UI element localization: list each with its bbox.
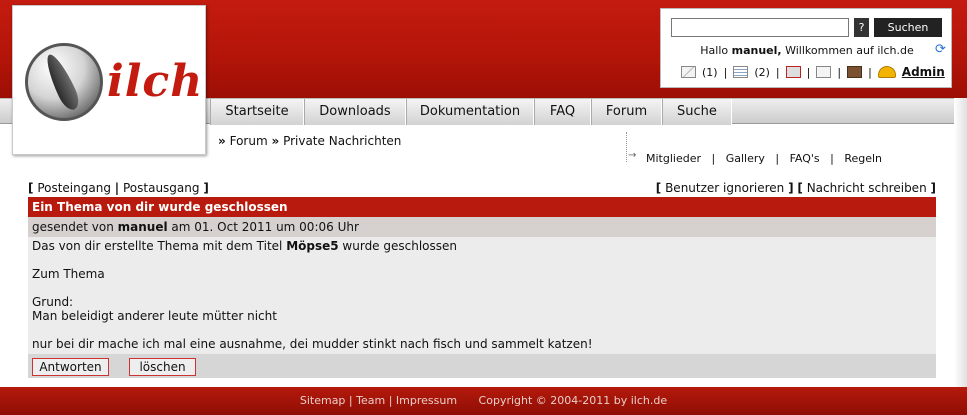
sender-name: manuel bbox=[117, 220, 168, 234]
reason-line: Man beleidigt anderer leute mütter nicht bbox=[32, 309, 277, 323]
footer: Sitemap | Team | Impressum Copyright © 2… bbox=[0, 387, 967, 415]
profile-card-icon[interactable] bbox=[816, 66, 832, 78]
list-count[interactable]: (2) bbox=[754, 66, 770, 79]
sublink-faqs[interactable]: FAQ's bbox=[790, 152, 820, 165]
button-bar: Antworten löschen bbox=[28, 354, 936, 378]
write-message-link[interactable]: Nachricht schreiben bbox=[807, 181, 927, 195]
arrow-icon: → bbox=[628, 150, 637, 161]
sub-navigation: → Mitglieder | Gallery | FAQ's | Regeln bbox=[626, 132, 956, 170]
nav-item-faq[interactable]: FAQ bbox=[534, 99, 591, 125]
settings-icon[interactable] bbox=[785, 66, 801, 78]
greeting-prefix: Hallo bbox=[700, 44, 732, 57]
message-line: Das von dir erstellte Thema mit dem Tite… bbox=[32, 239, 932, 253]
list-icon[interactable] bbox=[733, 66, 749, 78]
logo-text: ilch bbox=[107, 56, 204, 107]
help-button[interactable]: ? bbox=[854, 18, 869, 37]
breadcrumb-separator: » bbox=[271, 134, 280, 148]
footer-copyright: Copyright © 2004-2011 by ilch.de bbox=[478, 394, 668, 407]
greeting-suffix: Willkommen auf ilch.de bbox=[781, 44, 914, 57]
admin-helmet-icon[interactable] bbox=[877, 66, 896, 78]
nav-item-startseite[interactable]: Startseite bbox=[210, 99, 304, 125]
topic-link-wrap: Zum Thema bbox=[32, 267, 932, 281]
line-text: wurde geschlossen bbox=[338, 239, 458, 253]
message-title: Ein Thema von dir wurde geschlossen bbox=[28, 197, 936, 217]
divider: | bbox=[806, 65, 811, 79]
footer-impressum[interactable]: Impressum bbox=[396, 394, 457, 407]
reply-button[interactable]: Antworten bbox=[32, 358, 109, 376]
inbox-link[interactable]: Posteingang bbox=[37, 181, 111, 195]
book-icon[interactable] bbox=[847, 66, 863, 78]
search-input[interactable] bbox=[671, 18, 849, 37]
ignore-user-link[interactable]: Benutzer ignorieren bbox=[665, 181, 784, 195]
divider: | bbox=[775, 65, 780, 79]
footer-sitemap[interactable]: Sitemap bbox=[300, 394, 346, 407]
user-icons-row: (1) | (2) | | | | Admin bbox=[681, 65, 945, 79]
topic-title: Möpse5 bbox=[286, 239, 339, 253]
breadcrumb-private-messages[interactable]: Private Nachrichten bbox=[283, 134, 401, 148]
breadcrumb: » Forum » Private Nachrichten bbox=[218, 134, 401, 148]
message-meta: gesendet von manuel am 01. Oct 2011 um 0… bbox=[28, 217, 936, 237]
sub-links: Mitglieder | Gallery | FAQ's | Regeln bbox=[646, 152, 883, 165]
nav-item-suche[interactable]: Suche bbox=[662, 99, 732, 125]
outbox-link[interactable]: Postausgang bbox=[123, 181, 200, 195]
nav-item-forum[interactable]: Forum bbox=[591, 99, 662, 125]
sublink-mitglieder[interactable]: Mitglieder bbox=[646, 152, 701, 165]
line-text: Das von dir erstellte Thema mit dem Tite… bbox=[32, 239, 287, 253]
message-content: [ Posteingang | Postausgang ] [ Benutzer… bbox=[28, 181, 936, 378]
divider: | bbox=[837, 65, 842, 79]
search-button[interactable]: Suchen bbox=[874, 18, 942, 37]
messages-count[interactable]: (1) bbox=[702, 66, 718, 79]
divider: | bbox=[868, 65, 872, 79]
message-actions: [ Posteingang | Postausgang ] [ Benutzer… bbox=[28, 181, 936, 197]
breadcrumb-separator: » bbox=[218, 134, 226, 148]
mail-icon[interactable] bbox=[681, 66, 696, 78]
breadcrumb-forum[interactable]: Forum bbox=[230, 134, 268, 148]
delete-button[interactable]: löschen bbox=[129, 358, 196, 376]
nav-item-downloads[interactable]: Downloads bbox=[304, 99, 406, 125]
refresh-icon[interactable]: ⟳ bbox=[935, 42, 946, 57]
footer-team[interactable]: Team bbox=[356, 394, 385, 407]
reason-line: nur bei dir mache ich mal eine ausnahme,… bbox=[32, 337, 593, 351]
reason-label: Grund: bbox=[32, 295, 74, 309]
dotted-divider bbox=[626, 132, 627, 162]
divider: | bbox=[723, 65, 728, 79]
site-logo[interactable]: ilch bbox=[12, 5, 206, 155]
user-box: ? Suchen Hallo manuel, Willkommen auf il… bbox=[660, 8, 952, 88]
topic-link[interactable]: Zum Thema bbox=[32, 267, 105, 281]
greeting-text: Hallo manuel, Willkommen auf ilch.de bbox=[661, 44, 953, 57]
nav-item-dokumentation[interactable]: Dokumentation bbox=[406, 99, 534, 125]
sublink-gallery[interactable]: Gallery bbox=[726, 152, 765, 165]
username: manuel, bbox=[731, 44, 782, 57]
message-body: Das von dir erstellte Thema mit dem Tite… bbox=[28, 237, 936, 354]
admin-link[interactable]: Admin bbox=[902, 65, 945, 79]
sent-date: am 01. Oct 2011 um 00:06 Uhr bbox=[167, 220, 359, 234]
sublink-regeln[interactable]: Regeln bbox=[844, 152, 882, 165]
mailbox-links: [ Posteingang | Postausgang ] bbox=[28, 181, 209, 195]
user-action-links: [ Benutzer ignorieren ] [ Nachricht schr… bbox=[655, 181, 936, 195]
sent-prefix: gesendet von bbox=[32, 220, 118, 234]
